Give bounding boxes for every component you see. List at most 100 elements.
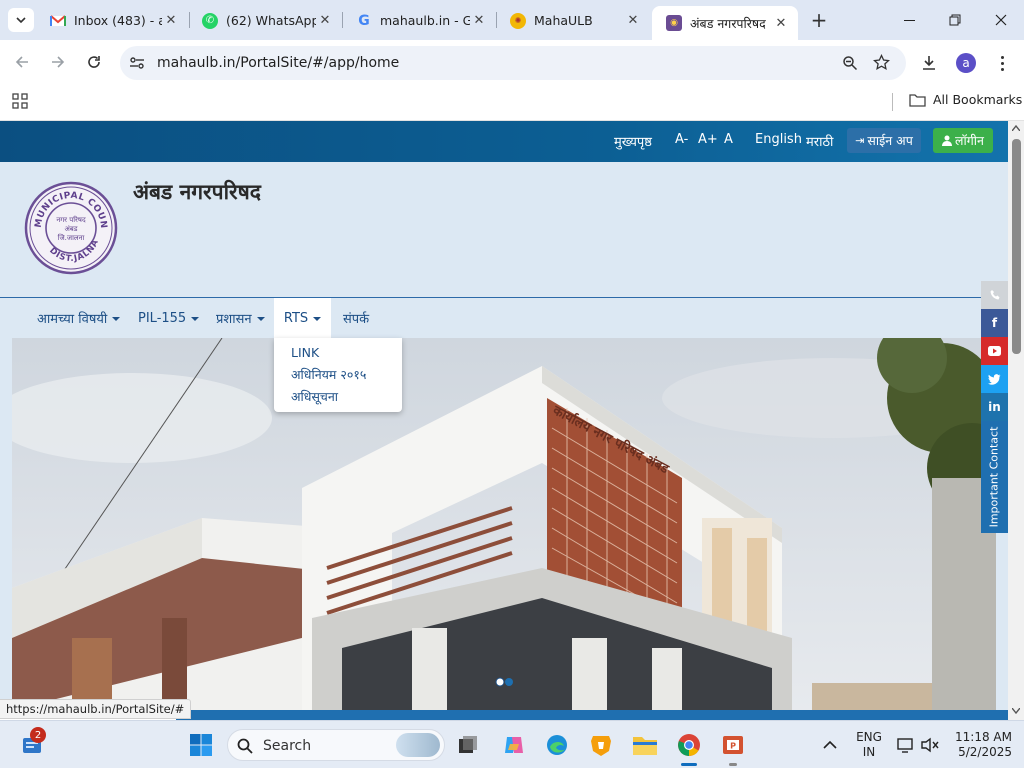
task-view-icon [459,736,477,753]
search-placeholder: Search [263,738,312,754]
chrome-button[interactable] [673,729,705,766]
minimize-button[interactable] [892,8,926,32]
close-icon[interactable]: ✕ [624,12,642,30]
hero-banner-image: कार्यालय नगर परिषद अंबड [12,338,996,710]
vertical-scrollbar[interactable] [1008,121,1024,720]
zoom-icon[interactable] [842,55,858,71]
browser-tab-google[interactable]: G mahaulb.in - Go ✕ [342,7,496,34]
edge-button[interactable] [541,729,573,761]
tab-title: MahaULB [534,13,593,28]
file-explorer-button[interactable] [629,729,661,761]
font-reset-button[interactable]: A [724,132,733,147]
facebook-icon[interactable]: f [981,309,1008,337]
english-language-link[interactable]: English [755,132,802,147]
search-highlight-icon [396,733,440,757]
volume-button[interactable] [914,729,946,761]
site-info-icon[interactable] [129,56,145,70]
web-page: मुख्यपृष्ठ A- A+ A English मराठी ⇥ साईन … [0,121,1008,710]
font-decrease-button[interactable]: A- [675,132,688,147]
svg-text:अंबड: अंबड [64,225,77,233]
rts-menu-item-act-2015[interactable]: अधिनियम २०१५ [291,366,366,383]
browser-tab-ambad[interactable]: ◉ अंबड नगरपरिषद ✕ [652,6,798,40]
close-icon[interactable]: ✕ [772,14,790,32]
profile-avatar[interactable]: a [956,53,976,73]
brave-button[interactable] [585,729,617,761]
mahaulb-icon: ✺ [510,12,526,29]
nav-contact[interactable]: संपर्क [343,298,369,338]
all-bookmarks-label: All Bookmarks [933,92,1023,107]
task-view-button[interactable] [452,729,484,761]
scroll-down-arrow-icon[interactable] [1012,708,1020,714]
close-icon [995,14,1007,26]
site-title: अंबड नगरपरिषद [133,180,261,204]
clock[interactable]: 11:18 AM 5/2/2025 [948,730,1012,760]
youtube-icon[interactable] [981,337,1008,365]
language-indicator[interactable]: ENG IN [852,730,886,760]
minimize-icon [903,19,915,21]
user-icon [942,135,953,146]
rts-menu-item-link[interactable]: LINK [291,345,319,360]
marathi-language-link[interactable]: मराठी [806,132,833,150]
taskbar-search-box[interactable]: Search [227,729,445,761]
nav-administration[interactable]: प्रशासन [216,298,265,338]
copilot-button[interactable] [498,729,530,761]
sign-in-icon: ⇥ [855,134,865,147]
arrow-right-icon [52,56,65,68]
nav-about-us[interactable]: आमच्या विषयी [37,298,121,338]
bookmarks-divider [892,93,893,111]
nav-pil-155[interactable]: PIL-155 [138,298,200,338]
copilot-icon [505,737,523,753]
signup-button[interactable]: ⇥ साईन अप [847,128,921,153]
url-text: mahaulb.in/PortalSite/#/app/home [157,55,400,71]
caret-down-icon [191,317,200,321]
social-sidebar: f in Important Contact [981,281,1008,533]
browser-menu-button[interactable] [992,52,1012,74]
close-window-button[interactable] [984,8,1018,32]
clock-time: 11:18 AM [955,730,1012,744]
show-hidden-icons-button[interactable] [814,729,846,761]
login-button[interactable]: लॉगीन [933,128,993,153]
browser-tab-mahaulb[interactable]: ✺ MahaULB ✕ [496,7,650,34]
phone-icon[interactable] [981,281,1008,309]
reload-button[interactable] [82,50,106,74]
tab-search-button[interactable] [8,8,34,32]
bookmarks-bar: All Bookmarks [0,85,1024,121]
powerpoint-button[interactable]: P [717,729,749,766]
start-button[interactable] [185,729,217,761]
new-tab-button[interactable]: + [808,8,830,32]
downloads-button[interactable] [918,52,940,74]
font-increase-button[interactable]: A+ [698,132,718,147]
close-icon[interactable]: ✕ [470,12,488,30]
close-icon[interactable]: ✕ [162,12,180,30]
scrollbar-thumb[interactable] [1012,139,1021,354]
top-utility-bar: मुख्यपृष्ठ A- A+ A English मराठी ⇥ साईन … [0,121,1008,162]
widgets-button[interactable]: 2 [16,727,48,761]
rts-dropdown-menu: LINK अधिनियम २०१५ अधिसूचना [274,338,402,412]
home-link[interactable]: मुख्यपृष्ठ [614,132,652,150]
linkedin-icon[interactable]: in [981,393,1008,421]
reload-icon [88,56,100,68]
important-contact-tab[interactable]: Important Contact [981,421,1008,533]
twitter-icon[interactable] [981,365,1008,393]
address-bar[interactable]: mahaulb.in/PortalSite/#/app/home [120,46,906,80]
browser-tab-whatsapp[interactable]: ✆ (62) WhatsApp ✕ [188,7,342,34]
forward-button[interactable] [46,50,70,74]
browser-tab-gmail[interactable]: Inbox (483) - ar ✕ [36,7,188,34]
close-icon[interactable]: ✕ [316,12,334,30]
nav-rts[interactable]: RTS [274,298,331,338]
apps-button[interactable] [12,93,28,109]
all-bookmarks-button[interactable]: All Bookmarks [909,92,1022,107]
restore-button[interactable] [938,8,972,32]
scroll-up-arrow-icon[interactable] [1012,125,1020,131]
site-header: MUNICIPAL COUNCIL AMBAD DIST.JALNA नगर प… [0,162,1008,298]
nav-label: आमच्या विषयी [37,312,108,327]
caret-down-icon [313,317,322,321]
back-button[interactable] [10,50,34,74]
bookmark-star-icon[interactable] [873,54,890,71]
language-code: ENG [856,730,882,744]
nav-label: PIL-155 [138,310,187,326]
rts-menu-item-notification[interactable]: अधिसूचना [291,388,338,405]
signup-label: साईन अप [867,133,913,148]
nav-label: प्रशासन [216,312,252,327]
chevron-down-icon [16,17,26,24]
